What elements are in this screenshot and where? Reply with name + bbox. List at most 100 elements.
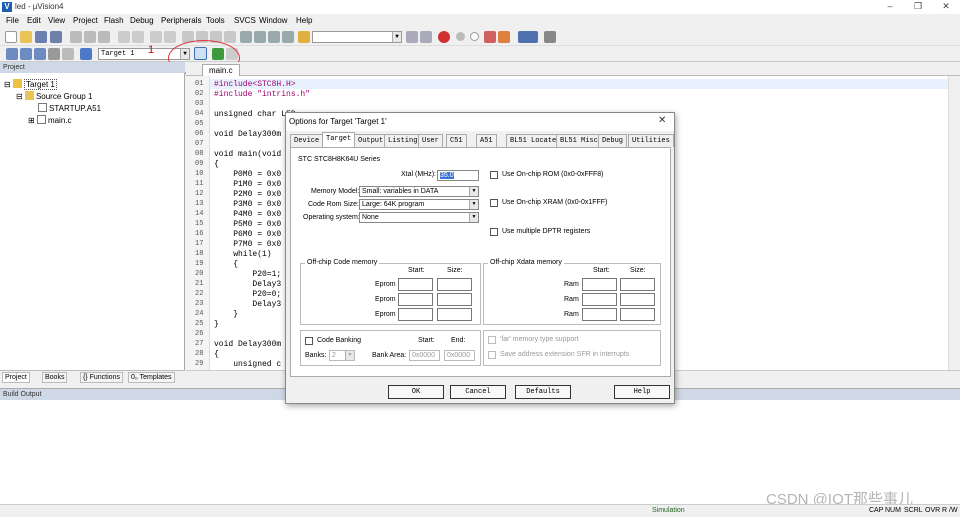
new-file-icon[interactable] — [5, 31, 17, 43]
code-line[interactable]: Delay3 — [214, 280, 281, 289]
tab-functions[interactable]: {} Functions — [80, 372, 123, 383]
copy-icon[interactable] — [84, 31, 96, 43]
comment-icon[interactable] — [268, 31, 280, 43]
eprom-size-3[interactable] — [437, 308, 472, 321]
bank-start-input[interactable]: 0x0000 — [409, 350, 440, 361]
eprom-start-3[interactable] — [398, 308, 433, 321]
tab-books[interactable]: Books — [42, 372, 68, 383]
chevron-down-icon[interactable]: ▼ — [345, 351, 354, 360]
code-line[interactable]: } — [214, 320, 219, 329]
maximize-button[interactable]: ❐ — [904, 0, 932, 14]
vertical-scrollbar[interactable] — [948, 76, 960, 370]
banks-select[interactable]: 2 ▼ — [329, 350, 355, 361]
redo-icon[interactable] — [132, 31, 144, 43]
code-line[interactable]: void Delay300m — [214, 340, 281, 349]
tab-bl51-misc[interactable]: BL51 Misc — [556, 134, 602, 147]
menu-svcs[interactable]: SVCS — [234, 16, 256, 25]
code-line[interactable]: unsigned char LED — [214, 110, 296, 119]
ram-size-3[interactable] — [620, 308, 655, 321]
download-icon[interactable] — [80, 48, 92, 60]
minimize-button[interactable]: – — [876, 0, 904, 14]
breakpoint-icon[interactable] — [456, 32, 465, 41]
uncomment-icon[interactable] — [282, 31, 294, 43]
dialog-close-button[interactable]: ✕ — [658, 115, 666, 126]
chevron-down-icon[interactable]: ▼ — [469, 213, 478, 222]
menu-window[interactable]: Window — [259, 16, 287, 25]
code-line[interactable]: #include<STC8H.H> — [214, 80, 296, 89]
menu-flash[interactable]: Flash — [104, 16, 124, 25]
onchip-xram-checkbox[interactable] — [490, 199, 498, 207]
undo-icon[interactable] — [118, 31, 130, 43]
find-icon[interactable] — [406, 31, 418, 43]
code-line[interactable]: P5M0 = 0x0 — [214, 220, 281, 229]
code-line[interactable]: unsigned c — [214, 360, 281, 369]
save-icon[interactable] — [35, 31, 47, 43]
tree-source-group[interactable]: ⊟ Source Group 1 — [16, 91, 92, 101]
nav-forward-icon[interactable] — [164, 31, 176, 43]
menu-tools[interactable]: Tools — [206, 16, 225, 25]
help-button[interactable]: Help — [614, 385, 670, 399]
tree-target[interactable]: ⊟ Target 1 — [4, 79, 57, 90]
debug-session-icon[interactable] — [438, 31, 450, 43]
tab-a51[interactable]: A51 — [476, 134, 497, 147]
rebuild-icon[interactable] — [34, 48, 46, 60]
stop-build-icon[interactable] — [62, 48, 74, 60]
code-line[interactable]: #include "intrins.h" — [214, 90, 310, 99]
nav-back-icon[interactable] — [150, 31, 162, 43]
menu-file[interactable]: File — [6, 16, 19, 25]
code-line[interactable]: { — [214, 350, 219, 359]
xtal-input[interactable]: 35.0 — [437, 170, 479, 181]
code-line[interactable]: P4M0 = 0x0 — [214, 210, 281, 219]
menu-project[interactable]: Project — [73, 16, 98, 25]
tab-target[interactable]: Target — [322, 132, 356, 147]
code-line[interactable]: P20=1; — [214, 270, 281, 279]
tab-utilities[interactable]: Utilities — [628, 134, 674, 147]
configure-icon[interactable] — [544, 31, 556, 43]
far-memory-checkbox[interactable] — [488, 336, 496, 344]
eprom-size-2[interactable] — [437, 293, 472, 306]
ram-size-2[interactable] — [620, 293, 655, 306]
tree-startup-file[interactable]: STARTUP.A51 — [38, 103, 101, 113]
os-select[interactable]: None ▼ — [359, 212, 479, 223]
code-rom-select[interactable]: Large: 64K program ▼ — [359, 199, 479, 210]
menu-debug[interactable]: Debug — [130, 16, 154, 25]
breakpoint-disable-icon[interactable] — [470, 32, 479, 41]
menu-peripherals[interactable]: Peripherals — [161, 16, 201, 25]
find-combo[interactable]: ▼ — [312, 31, 402, 43]
ram-start-1[interactable] — [582, 278, 617, 291]
tab-project[interactable]: Project — [2, 372, 30, 383]
defaults-button[interactable]: Defaults — [515, 385, 571, 399]
open-folder-icon[interactable] — [20, 31, 32, 43]
onchip-rom-checkbox[interactable] — [490, 171, 498, 179]
chevron-down-icon[interactable]: ▼ — [469, 200, 478, 209]
memory-model-select[interactable]: Small: variables in DATA ▼ — [359, 186, 479, 197]
ok-button[interactable]: OK — [388, 385, 444, 399]
cut-icon[interactable] — [70, 31, 82, 43]
menu-view[interactable]: View — [48, 16, 65, 25]
eprom-start-1[interactable] — [398, 278, 433, 291]
eprom-size-1[interactable] — [437, 278, 472, 291]
tab-c51[interactable]: C51 — [446, 134, 467, 147]
code-line[interactable]: { — [214, 160, 219, 169]
code-line[interactable]: P2M0 = 0x0 — [214, 190, 281, 199]
code-line[interactable]: } — [214, 310, 238, 319]
translate-icon[interactable] — [6, 48, 18, 60]
ram-start-2[interactable] — [582, 293, 617, 306]
breakpoint-toggle-icon[interactable] — [498, 31, 510, 43]
tab-bl51-locate[interactable]: BL51 Locate — [506, 134, 561, 147]
tab-listing[interactable]: Listing — [384, 134, 422, 147]
tab-user[interactable]: User — [418, 134, 443, 147]
code-line[interactable]: P1M0 = 0x0 — [214, 180, 281, 189]
chevron-down-icon[interactable]: ▼ — [469, 187, 478, 196]
bookmark-clear-icon[interactable] — [224, 31, 236, 43]
unindent-icon[interactable] — [254, 31, 266, 43]
code-line[interactable]: P0M0 = 0x0 — [214, 170, 281, 179]
cancel-button[interactable]: Cancel — [450, 385, 506, 399]
breakpoint-kill-icon[interactable] — [484, 31, 496, 43]
menu-edit[interactable]: Edit — [27, 16, 41, 25]
save-sfr-checkbox[interactable] — [488, 351, 496, 359]
tab-device[interactable]: Device — [290, 134, 324, 147]
tab-output[interactable]: Output — [354, 134, 388, 147]
ram-size-1[interactable] — [620, 278, 655, 291]
indent-icon[interactable] — [240, 31, 252, 43]
